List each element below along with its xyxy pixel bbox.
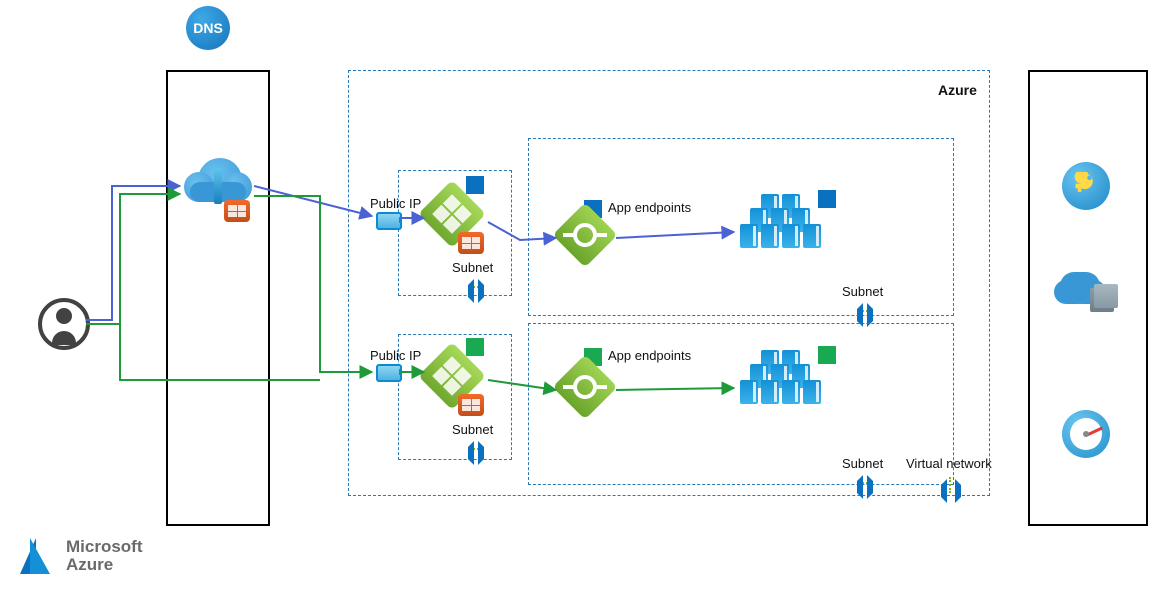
- subnet-icon: [465, 438, 487, 460]
- cloud-storage-icon: [1060, 270, 1112, 310]
- server-cluster-icon: [740, 358, 830, 414]
- front-door-cloud-icon: [184, 158, 254, 202]
- row2-public-ip-label: Public IP: [370, 348, 421, 363]
- application-gateway-icon: [428, 190, 476, 238]
- row1-public-ip-label: Public IP: [370, 196, 421, 211]
- row2-tier-subnet-label: Subnet: [842, 456, 883, 471]
- waf-icon: [224, 200, 250, 222]
- key-vault-icon: [1062, 162, 1110, 210]
- application-gateway-icon: [428, 352, 476, 400]
- waf-icon: [458, 232, 484, 254]
- row2-app-endpoints-label: App endpoints: [608, 348, 691, 363]
- row1-app-endpoints-label: App endpoints: [608, 200, 691, 215]
- row1-gw-color-tag: [466, 176, 484, 194]
- azure-box-title: Azure: [938, 82, 977, 98]
- row1-cluster-color-tag: [818, 190, 836, 208]
- subnet-icon: [465, 276, 487, 298]
- public-ip-icon: [376, 364, 402, 382]
- row2-cluster-color-tag: [818, 346, 836, 364]
- vnet-label: Virtual network: [906, 456, 992, 471]
- subnet-icon: [854, 300, 876, 322]
- subnet-icon: [854, 472, 876, 494]
- row2-gw-color-tag: [466, 338, 484, 356]
- dns-label: DNS: [193, 20, 223, 36]
- waf-icon: [458, 394, 484, 416]
- row2-gateway-subnet-label: Subnet: [452, 422, 493, 437]
- brand-line2: Azure: [66, 556, 143, 574]
- edge-column: [166, 70, 270, 526]
- diagram-canvas: DNS Azure Public IP Subnet App endpoints…: [0, 0, 1171, 605]
- row1-gateway-subnet-label: Subnet: [452, 260, 493, 275]
- row1-tier-subnet-label: Subnet: [842, 284, 883, 299]
- azure-logo-icon: Microsoft Azure: [16, 536, 143, 576]
- virtual-network-icon: [938, 472, 964, 498]
- brand-line1: Microsoft: [66, 538, 143, 556]
- user-icon: [38, 298, 90, 350]
- dns-icon: DNS: [186, 6, 230, 50]
- load-balancer-icon: [562, 212, 608, 258]
- server-cluster-icon: [740, 202, 830, 258]
- gauge-icon: [1062, 410, 1110, 458]
- public-ip-icon: [376, 212, 402, 230]
- load-balancer-icon: [562, 364, 608, 410]
